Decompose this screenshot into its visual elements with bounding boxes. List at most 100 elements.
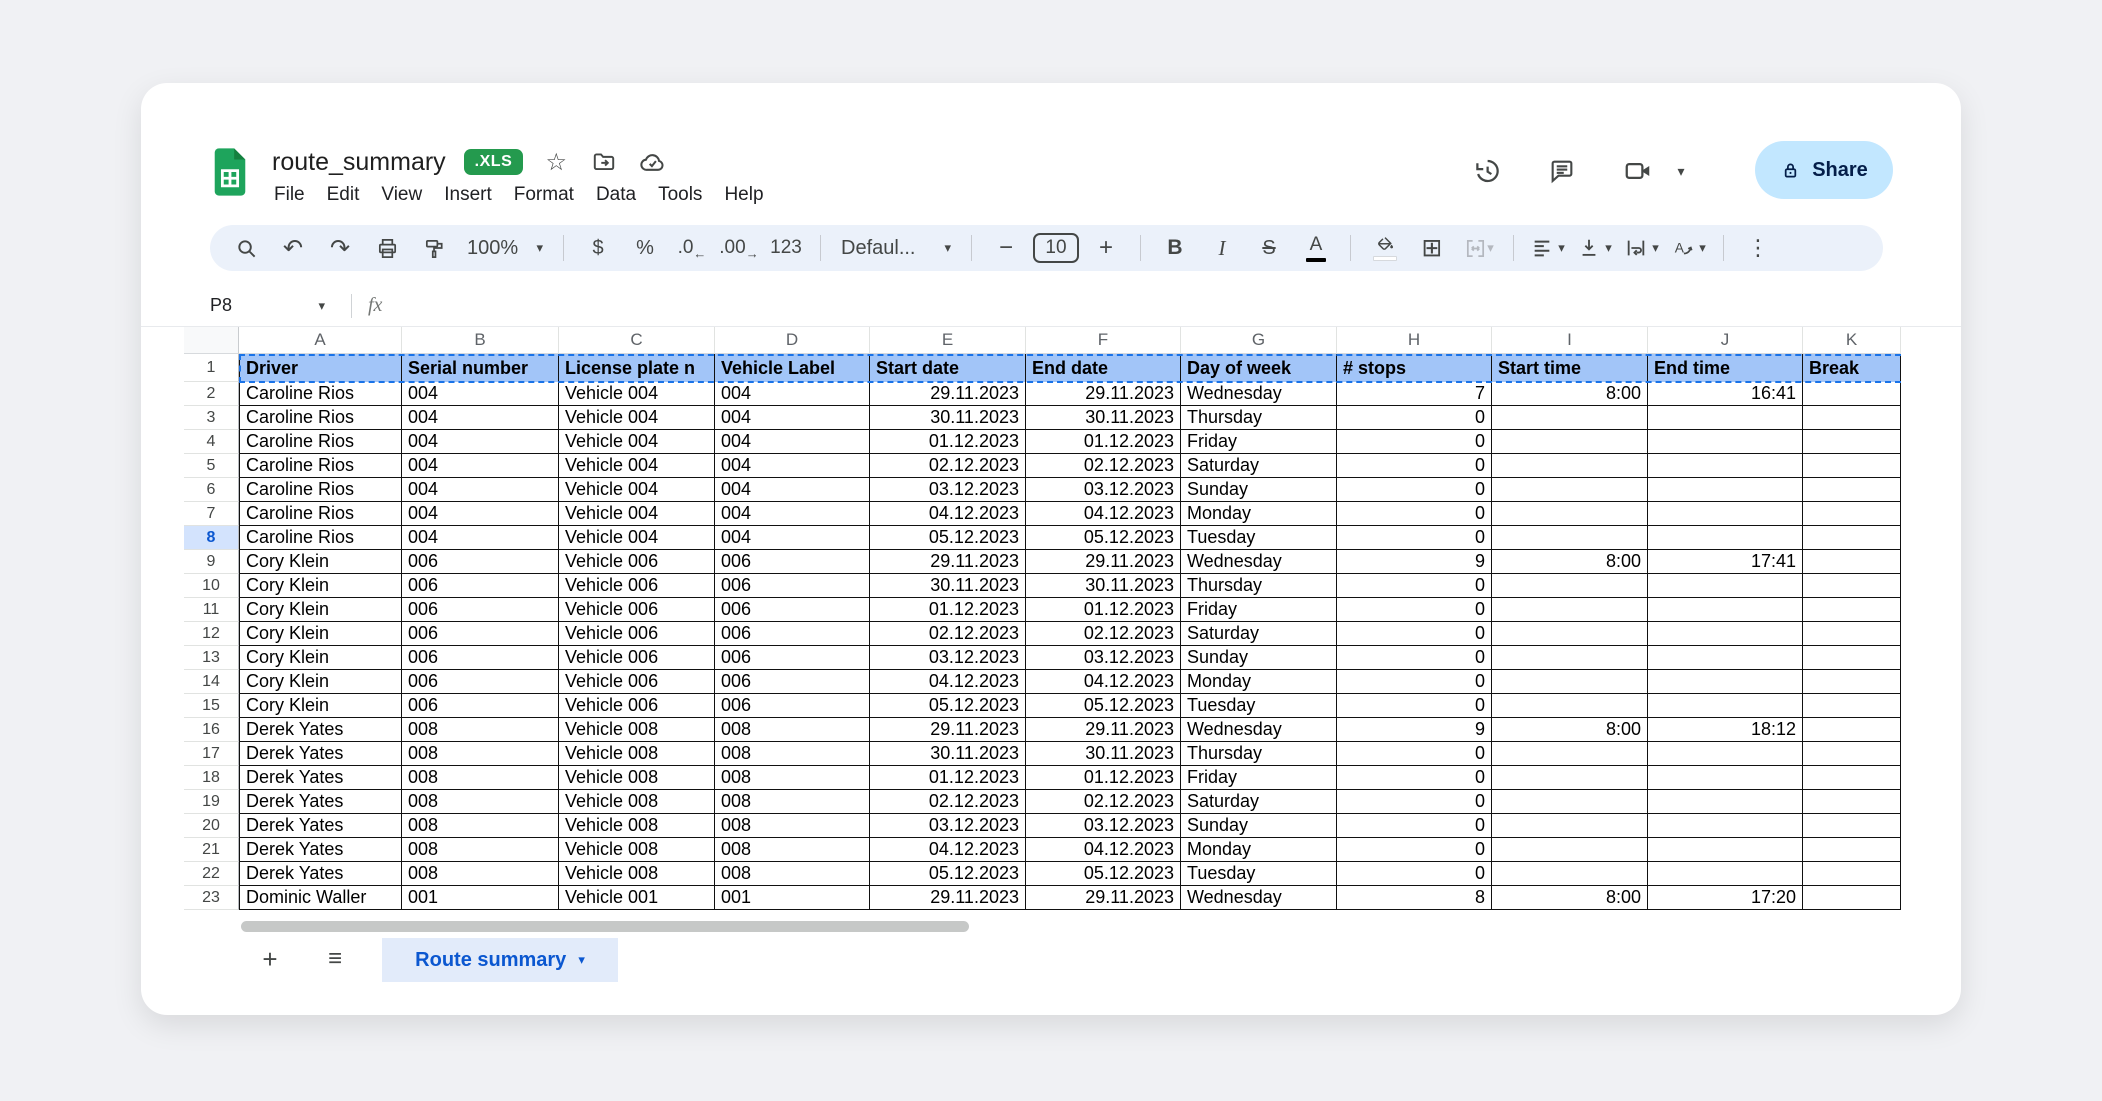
cell[interactable]: Caroline Rios <box>239 382 402 406</box>
share-button[interactable]: Share <box>1755 141 1893 199</box>
increase-font-size-button[interactable]: + <box>1086 229 1126 267</box>
row-header-6[interactable]: 6 <box>184 478 239 502</box>
cell[interactable]: 0 <box>1337 430 1492 454</box>
sheets-logo-icon[interactable] <box>210 147 250 197</box>
cell[interactable] <box>1803 814 1901 838</box>
horizontal-scrollbar[interactable] <box>241 921 969 932</box>
cell[interactable]: 01.12.2023 <box>1026 766 1181 790</box>
column-header-d[interactable]: D <box>715 327 870 354</box>
cell[interactable]: Wednesday <box>1181 886 1337 910</box>
search-icon[interactable] <box>226 229 266 267</box>
menu-view[interactable]: View <box>370 182 433 208</box>
cell[interactable]: 29.11.2023 <box>870 718 1026 742</box>
cell[interactable]: Monday <box>1181 838 1337 862</box>
cell[interactable]: Cory Klein <box>239 550 402 574</box>
more-options-icon[interactable]: ⋮ <box>1738 229 1778 267</box>
cell[interactable] <box>1803 886 1901 910</box>
increase-decimal-button[interactable]: .00→ <box>719 229 759 267</box>
cell[interactable] <box>1492 574 1648 598</box>
cell[interactable]: 29.11.2023 <box>870 382 1026 406</box>
cell[interactable]: Monday <box>1181 502 1337 526</box>
cell[interactable]: 30.11.2023 <box>870 406 1026 430</box>
header-cell[interactable]: Day of week <box>1181 354 1337 382</box>
cell[interactable] <box>1648 574 1803 598</box>
cell[interactable] <box>1803 742 1901 766</box>
cell[interactable]: Vehicle 006 <box>559 622 715 646</box>
cell[interactable]: Cory Klein <box>239 694 402 718</box>
cell[interactable] <box>1648 790 1803 814</box>
cell[interactable]: 04.12.2023 <box>1026 502 1181 526</box>
cell[interactable]: Saturday <box>1181 454 1337 478</box>
cell[interactable]: 004 <box>715 526 870 550</box>
row-header-9[interactable]: 9 <box>184 550 239 574</box>
cell[interactable]: 05.12.2023 <box>1026 694 1181 718</box>
cell[interactable] <box>1492 838 1648 862</box>
grid-corner[interactable] <box>184 327 239 354</box>
cell[interactable]: 0 <box>1337 790 1492 814</box>
cell[interactable]: 04.12.2023 <box>870 670 1026 694</box>
cell[interactable]: Tuesday <box>1181 526 1337 550</box>
cell[interactable]: Monday <box>1181 670 1337 694</box>
row-header-18[interactable]: 18 <box>184 766 239 790</box>
cell[interactable]: 8 <box>1337 886 1492 910</box>
cell[interactable]: Saturday <box>1181 622 1337 646</box>
cell[interactable]: 008 <box>402 718 559 742</box>
cell[interactable]: Saturday <box>1181 790 1337 814</box>
cell[interactable] <box>1492 598 1648 622</box>
cell[interactable]: 008 <box>715 766 870 790</box>
cell[interactable]: 008 <box>402 838 559 862</box>
row-header-1[interactable]: 1 <box>184 354 239 382</box>
cell[interactable]: 004 <box>715 430 870 454</box>
menu-data[interactable]: Data <box>585 182 647 208</box>
cell[interactable]: Caroline Rios <box>239 478 402 502</box>
cell[interactable]: Cory Klein <box>239 598 402 622</box>
cell[interactable]: Vehicle 004 <box>559 430 715 454</box>
cell[interactable]: 004 <box>402 502 559 526</box>
font-size-input[interactable]: 10 <box>1033 233 1079 263</box>
cell[interactable] <box>1648 526 1803 550</box>
cell[interactable] <box>1492 862 1648 886</box>
cell[interactable]: 0 <box>1337 766 1492 790</box>
header-cell[interactable]: # stops <box>1337 354 1492 382</box>
cell[interactable]: 0 <box>1337 622 1492 646</box>
cell[interactable] <box>1648 646 1803 670</box>
row-header-10[interactable]: 10 <box>184 574 239 598</box>
cell[interactable]: Vehicle 006 <box>559 646 715 670</box>
cell[interactable]: Caroline Rios <box>239 406 402 430</box>
cell[interactable]: 0 <box>1337 478 1492 502</box>
row-header-5[interactable]: 5 <box>184 454 239 478</box>
row-header-15[interactable]: 15 <box>184 694 239 718</box>
cell[interactable] <box>1648 838 1803 862</box>
cell[interactable] <box>1803 574 1901 598</box>
cell[interactable] <box>1803 550 1901 574</box>
cell[interactable]: 006 <box>715 694 870 718</box>
menu-tools[interactable]: Tools <box>647 182 713 208</box>
cell[interactable] <box>1648 454 1803 478</box>
cell[interactable]: Friday <box>1181 430 1337 454</box>
cell[interactable] <box>1803 502 1901 526</box>
row-header-12[interactable]: 12 <box>184 622 239 646</box>
cell[interactable] <box>1492 478 1648 502</box>
cell[interactable] <box>1648 814 1803 838</box>
cell[interactable]: 0 <box>1337 406 1492 430</box>
column-header-k[interactable]: K <box>1803 327 1901 354</box>
cell[interactable] <box>1492 430 1648 454</box>
cell[interactable]: 04.12.2023 <box>870 502 1026 526</box>
cell[interactable]: 008 <box>715 814 870 838</box>
cell[interactable]: 006 <box>715 574 870 598</box>
cell[interactable] <box>1803 694 1901 718</box>
cell[interactable]: 008 <box>402 862 559 886</box>
cell[interactable] <box>1803 430 1901 454</box>
cell[interactable]: 01.12.2023 <box>1026 598 1181 622</box>
cell[interactable]: Wednesday <box>1181 382 1337 406</box>
row-header-14[interactable]: 14 <box>184 670 239 694</box>
cell[interactable]: 8:00 <box>1492 550 1648 574</box>
header-cell[interactable]: Serial number <box>402 354 559 382</box>
cell[interactable] <box>1492 694 1648 718</box>
cell[interactable]: 0 <box>1337 646 1492 670</box>
cell[interactable] <box>1492 502 1648 526</box>
cell[interactable]: 30.11.2023 <box>1026 742 1181 766</box>
column-header-j[interactable]: J <box>1648 327 1803 354</box>
row-header-17[interactable]: 17 <box>184 742 239 766</box>
cell[interactable]: 008 <box>402 790 559 814</box>
